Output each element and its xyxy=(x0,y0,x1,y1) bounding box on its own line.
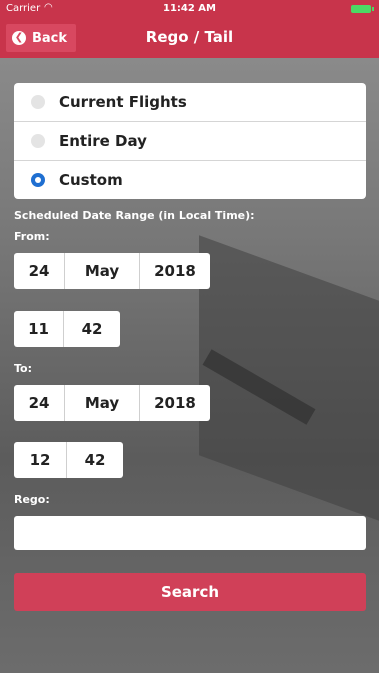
from-year[interactable]: 2018 xyxy=(140,253,210,289)
to-date-picker: 24 May 2018 xyxy=(14,385,210,421)
to-day[interactable]: 24 xyxy=(14,385,65,421)
page-title: Rego / Tail xyxy=(145,28,234,46)
from-time-picker: 11 42 xyxy=(14,311,120,347)
option-custom[interactable]: Custom xyxy=(14,161,366,199)
from-month[interactable]: May xyxy=(65,253,140,289)
to-minute[interactable]: 42 xyxy=(67,442,123,478)
to-hour[interactable]: 12 xyxy=(14,442,67,478)
from-minute[interactable]: 42 xyxy=(64,311,120,347)
radio-unselected-icon xyxy=(31,95,45,109)
to-label: To: xyxy=(14,362,32,375)
option-label: Entire Day xyxy=(59,132,147,150)
to-year[interactable]: 2018 xyxy=(140,385,210,421)
navigation-bar: Carrier ◠ 11:42 AM ❮ Back Rego / Tail xyxy=(0,0,379,58)
date-range-label: Scheduled Date Range (in Local Time): xyxy=(14,209,255,222)
search-button[interactable]: Search xyxy=(14,573,366,611)
rego-input[interactable] xyxy=(14,516,366,550)
from-day[interactable]: 24 xyxy=(14,253,65,289)
to-month[interactable]: May xyxy=(65,385,140,421)
option-label: Current Flights xyxy=(59,93,187,111)
search-label: Search xyxy=(160,583,220,601)
rego-label: Rego: xyxy=(14,493,50,506)
filter-options: Current Flights Entire Day Custom xyxy=(14,83,366,199)
status-time: 11:42 AM xyxy=(162,3,216,14)
from-date-picker: 24 May 2018 xyxy=(14,253,210,289)
option-label: Custom xyxy=(59,171,123,189)
to-time-picker: 12 42 xyxy=(14,442,123,478)
from-label: From: xyxy=(14,230,50,243)
radio-selected-icon xyxy=(31,173,45,187)
option-entire-day[interactable]: Entire Day xyxy=(14,122,366,161)
battery-icon xyxy=(351,5,374,13)
status-bar: Carrier ◠ 11:42 AM xyxy=(0,0,379,18)
radio-unselected-icon xyxy=(31,134,45,148)
from-hour[interactable]: 11 xyxy=(14,311,64,347)
option-current-flights[interactable]: Current Flights xyxy=(14,83,366,122)
